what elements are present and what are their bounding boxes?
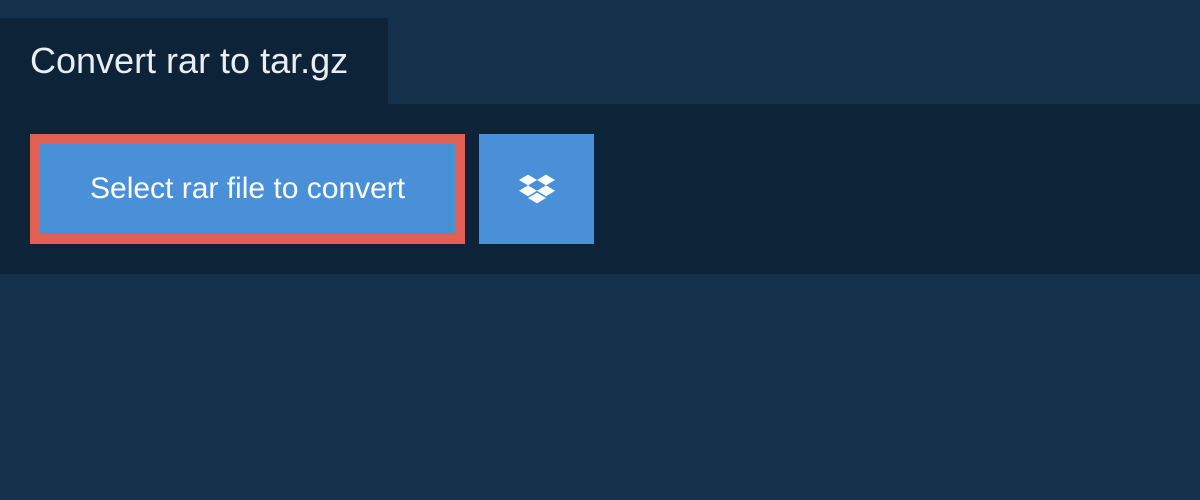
select-file-label: Select rar file to convert	[90, 172, 405, 206]
dropbox-button[interactable]	[479, 134, 594, 244]
page-title: Convert rar to tar.gz	[30, 40, 348, 82]
dropbox-icon	[519, 171, 555, 207]
tab-header: Convert rar to tar.gz	[0, 18, 388, 104]
select-file-button[interactable]: Select rar file to convert	[30, 134, 465, 244]
upload-panel: Select rar file to convert	[0, 104, 1200, 274]
